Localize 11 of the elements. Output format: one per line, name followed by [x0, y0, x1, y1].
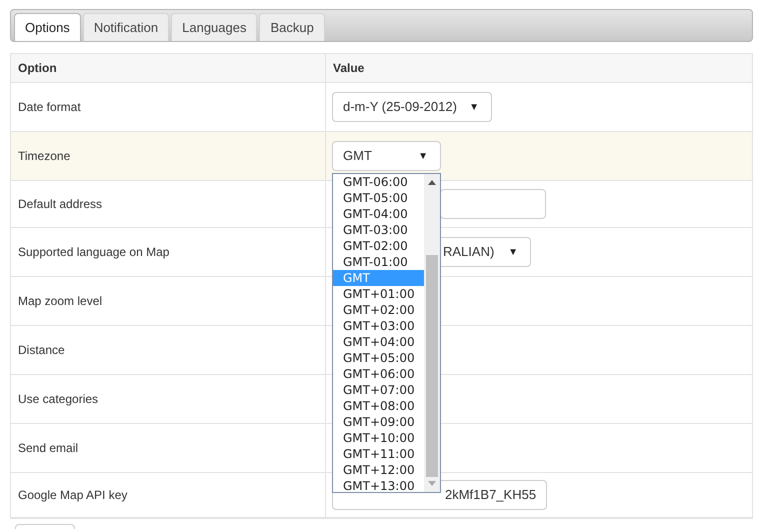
option-label: Supported language on Map: [18, 244, 170, 261]
column-header: Value: [333, 60, 364, 77]
option-label: Timezone: [18, 148, 70, 165]
option-label: Date format: [18, 99, 81, 116]
column-header: Option: [18, 60, 57, 77]
option-label: Default address: [18, 196, 102, 213]
option-label: Distance: [18, 342, 65, 359]
option-label: Map zoom level: [18, 293, 102, 310]
option-label: Send email: [18, 440, 78, 457]
option-label: Google Map API key: [18, 487, 128, 504]
option-label: Use categories: [18, 391, 98, 408]
